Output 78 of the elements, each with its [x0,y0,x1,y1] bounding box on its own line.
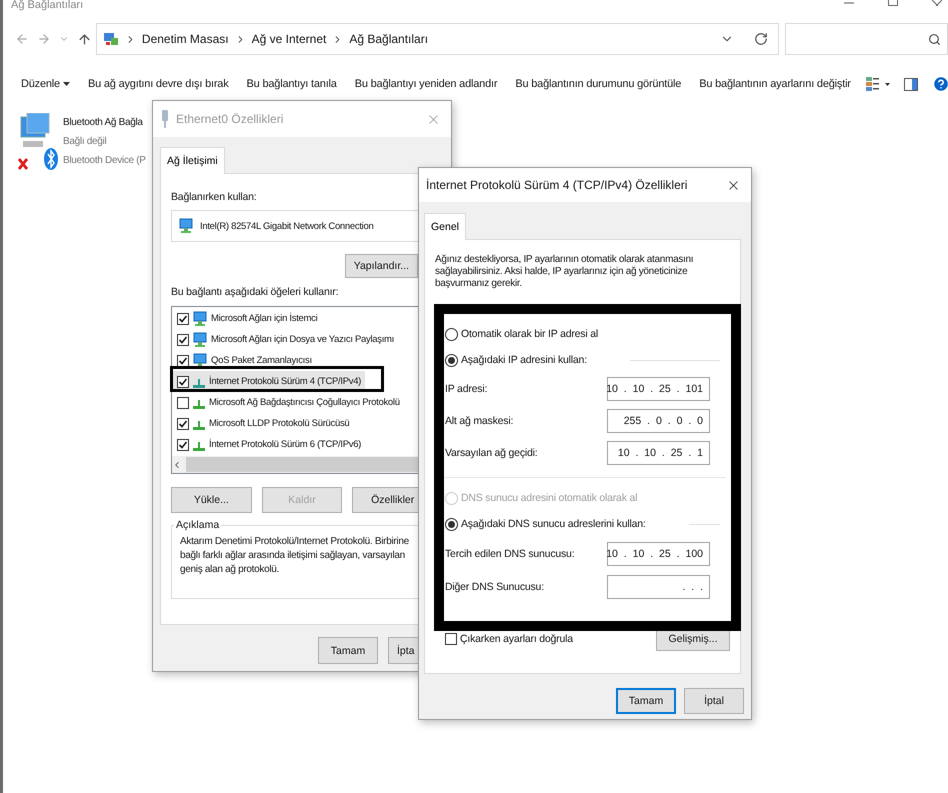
device-name: Bluetooth Device (P [63,155,146,166]
checkbox[interactable] [177,312,189,324]
search-field[interactable] [785,23,948,55]
dialog-button[interactable]: Yükle... [171,487,252,513]
radio-label: DNS sunucu adresini otomatik olarak al [461,492,638,504]
adapter-name: Intel(R) 82574L Gigabit Network Connection [200,220,374,232]
field-label: Alt ağ maskesi: [445,415,514,427]
field-label: Varsayılan ağ geçidi: [445,447,538,459]
breadcrumb[interactable]: Ağ Bağlantıları [349,32,428,46]
list-item[interactable]: İnternet Protokolü Sürüm 6 (TCP/IPv6) [172,434,366,455]
toolbar-button[interactable]: Bu bağlantıyı tanıla [244,74,340,94]
field-label: Tercih edilen DNS sunucusu: [445,548,574,560]
checkbox[interactable] [177,418,189,430]
checkbox[interactable] [445,633,457,645]
radio-label: Aşağıdaki DNS sunucu adreslerini kullan: [461,518,646,530]
ip-address-field[interactable]: 10 . 10 . 25 . 100 [607,542,710,566]
connection-status: Bağlı değil [63,136,108,147]
ip-address-field[interactable]: 10 . 10 . 25 . 1 [607,441,710,465]
radio-button[interactable] [445,328,458,340]
list-item[interactable]: Microsoft LLDP Protokolü Sürücüsü [172,413,354,434]
breadcrumb[interactable]: Denetim Masası [142,32,229,46]
address-field[interactable]: Denetim Masası Ağ ve Internet Ağ Bağlantıları [96,23,780,55]
section-label: Bu bağlantı aşağıdaki öğeleri kullanır: [171,286,340,298]
ethernet-icon [160,110,170,128]
ip-address-field[interactable]: 10 . 10 . 25 . 101 [607,377,710,401]
toolbar-button[interactable]: Bu bağlantının ayarlarını değiştir [696,74,854,94]
list-item[interactable]: Microsoft Ağları için Dosya ve Yazıcı Paylaşımı [172,329,398,350]
radio-label: Otomatik olarak bir IP adresi al [461,328,598,340]
ip-address-field[interactable]: 255 . 0 . 0 . 0 [607,409,710,433]
monitor-icon [192,332,208,348]
dialog-title: İnternet Protokolü Sürüm 4 (TCP/IPv4) Özellikleri [426,178,688,192]
caret-icon [62,82,70,86]
dialog-button[interactable]: Tamam [318,637,378,664]
checkbox[interactable] [177,438,189,450]
checkbox[interactable] [177,354,189,366]
dialog-title: Ethernet0 Özellikleri [176,112,284,126]
view-options-icon[interactable] [866,77,890,91]
help-icon[interactable] [932,75,948,93]
list-item[interactable]: Microsoft Ağları için İstemci [172,308,322,329]
toolbar-button[interactable]: Bu bağlantıyı yeniden adlandır [352,74,500,94]
window-title: Ağ Bağlantıları [11,0,84,11]
tab[interactable]: Ağ İletişimi [160,147,225,174]
connection-name[interactable]: Bluetooth Ağ Bağla [63,117,146,128]
network-adapter-icon [178,218,194,234]
list-item[interactable]: QoS Paket Zamanlayıcısı [172,350,316,371]
dialog-button[interactable]: İptal [684,688,744,714]
radio-label: Aşağıdaki IP adresini kullan: [461,354,587,366]
search-icon [928,32,941,46]
checkbox[interactable] [177,396,189,408]
ip-address-field[interactable]: . . . [607,575,710,599]
breadcrumb[interactable]: Ağ ve Internet [252,32,326,46]
toolbar-button[interactable]: Bu bağlantının durumunu görüntüle [512,74,684,94]
checkbox[interactable] [177,376,189,388]
toolbar-button[interactable]: Bu ağ aygıtını devre dışı bırak [84,74,232,94]
menu-button[interactable]: Düzenle [18,74,73,94]
field-label: Diğer DNS Sunucusu: [445,581,544,593]
maximize-icon[interactable] [888,0,898,6]
up-icon[interactable] [77,32,92,46]
radio-button[interactable] [445,354,458,366]
configure-button[interactable]: Yapılandır... [344,254,418,278]
control-panel-icon [102,31,119,47]
dialog-button[interactable]: Tamam [616,688,676,714]
checkbox-label: Çıkarken ayarları doğrula [460,633,573,645]
monitor-icon [192,310,208,326]
field-label: IP adresi: [445,383,488,395]
description-text: Aktarım Denetimi Protokolü/Internet Protokolü. Birbirine bağlı farklı ağlar arasında iletişimi sağlayan, varsayılan geniş alan ağ protokolü. [180,535,410,577]
tab[interactable]: Genel [424,213,466,240]
radio-button[interactable] [445,518,458,530]
group-title: Açıklama [175,519,220,531]
preview-pane-icon[interactable] [904,78,918,90]
intro-text: Ağınız destekliyorsa, IP ayarlarının otomatik olarak atanmasını sağlayabilirsiniz. Aksi halde, IP ayarlarınız için ağ yöneticinize başvurmanız gerekir. [435,254,694,290]
checkbox[interactable] [177,334,189,346]
network-adapter-icon [17,113,61,171]
monitor-icon [192,352,208,368]
list-item[interactable]: Microsoft Ağ Bağdaştırıcısı Çoğullayıcı Protokolü [172,392,404,413]
refresh-icon[interactable] [754,32,768,46]
minimize-icon[interactable] [844,0,854,6]
section-label: Bağlanırken kullan: [171,191,258,203]
